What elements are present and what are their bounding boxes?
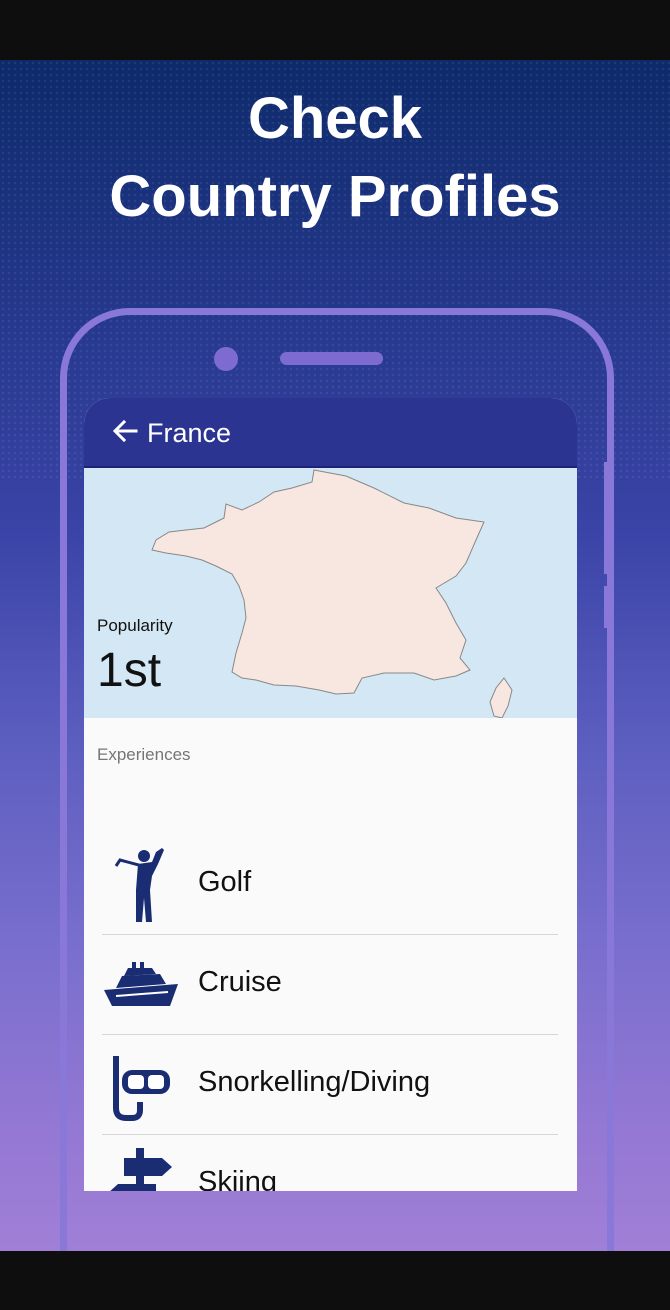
popularity-value: 1st (97, 644, 162, 697)
experience-label: Cruise (198, 966, 282, 998)
signpost-icon (102, 1146, 180, 1191)
headline-line-2: Country Profiles (109, 164, 561, 229)
phone-camera (214, 347, 238, 371)
experience-item-cruise[interactable]: Cruise (102, 934, 558, 1035)
app-bar: France (84, 398, 577, 468)
cruise-ship-icon (102, 946, 180, 1024)
experiences-header: Experiences (97, 745, 191, 764)
top-black-bar (0, 0, 670, 60)
phone-screen: France Popularity 1st Experiences Golf C… (84, 398, 577, 1191)
golfer-icon (102, 846, 180, 924)
bottom-black-bar (0, 1251, 670, 1310)
experience-item-snorkelling[interactable]: Snorkelling/Diving (102, 1034, 558, 1135)
country-map-panel: Popularity 1st (84, 468, 577, 718)
phone-side-button-small (604, 586, 610, 628)
phone-side-button (604, 462, 610, 574)
headline-line-1: Check (247, 86, 423, 151)
snorkel-mask-icon (102, 1046, 180, 1124)
phone-speaker (280, 352, 383, 365)
promo-headline: Check Country Profiles (0, 80, 670, 236)
country-title: France (147, 418, 232, 448)
arrow-left-icon[interactable] (112, 418, 138, 444)
experience-item-golf[interactable]: Golf (102, 834, 558, 935)
experience-label: Skiing (198, 1166, 277, 1191)
popularity-label: Popularity (97, 616, 173, 635)
experience-label: Snorkelling/Diving (198, 1066, 431, 1098)
experience-label: Golf (198, 866, 252, 898)
experience-item-skiing[interactable]: Skiing (102, 1134, 558, 1191)
